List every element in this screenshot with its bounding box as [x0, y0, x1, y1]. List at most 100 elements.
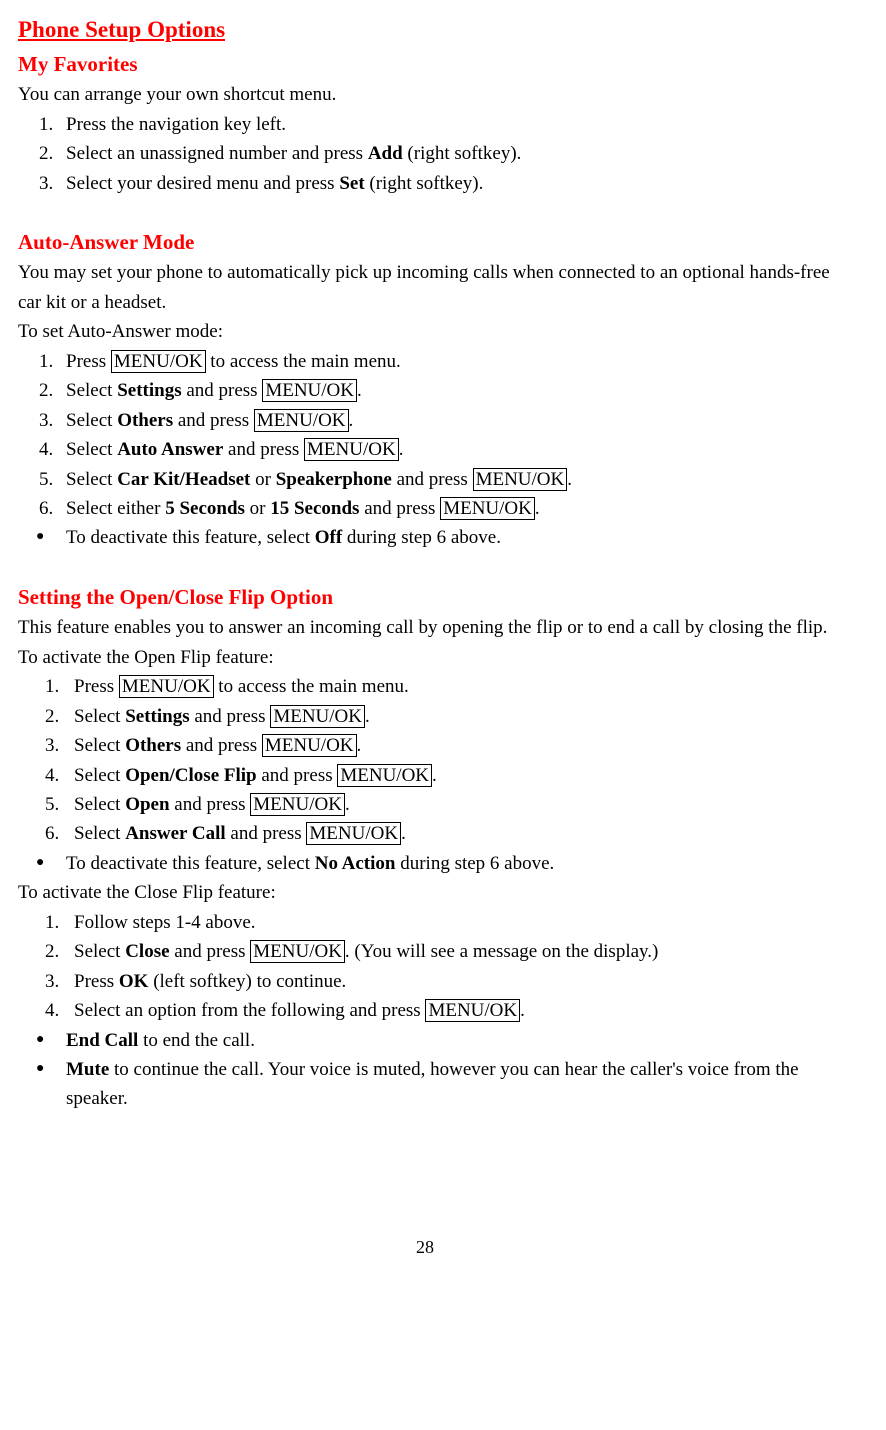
sec3a-step-4: Select Open/Close Flip and press MENU/OK…: [64, 761, 832, 790]
sec3-lead2: To activate the Close Flip feature:: [18, 878, 832, 907]
bold-others: Others: [117, 410, 173, 431]
heading-auto-answer: Auto-Answer Mode: [18, 226, 832, 259]
text: .: [349, 410, 354, 431]
bold-settings: Settings: [125, 706, 189, 727]
sec1-intro: You can arrange your own shortcut menu.: [18, 80, 832, 109]
text: Press: [74, 971, 119, 992]
text: .: [432, 765, 437, 786]
sec3a-step-1: Press MENU/OK to access the main menu.: [64, 672, 832, 701]
bold-5sec: 5 Seconds: [165, 498, 245, 519]
sec2-step-5: Select Car Kit/Headset or Speakerphone a…: [58, 465, 832, 494]
sec3b-step-4: Select an option from the following and …: [64, 996, 832, 1025]
sec3b-bullet-endcall: End Call to end the call.: [36, 1026, 832, 1055]
text: Select: [66, 380, 117, 401]
bold-settings: Settings: [117, 380, 181, 401]
boxed-menuok: MENU/OK: [119, 675, 214, 698]
text: Select: [66, 469, 117, 490]
boxed-menuok: MENU/OK: [270, 705, 365, 728]
text: to end the call.: [138, 1030, 255, 1051]
text: Select an unassigned number and press: [66, 143, 368, 164]
boxed-menuok: MENU/OK: [473, 468, 568, 491]
text: or: [250, 469, 275, 490]
boxed-menuok: MENU/OK: [250, 793, 345, 816]
heading-flip-option: Setting the Open/Close Flip Option: [18, 581, 832, 614]
boxed-menuok: MENU/OK: [337, 764, 432, 787]
boxed-menuok: MENU/OK: [306, 822, 401, 845]
text: Select: [66, 410, 117, 431]
text: .: [357, 380, 362, 401]
sec1-step-3: Select your desired menu and press Set (…: [58, 169, 832, 198]
boxed-menuok: MENU/OK: [262, 379, 357, 402]
sec3a-step-2: Select Settings and press MENU/OK.: [64, 702, 832, 731]
sec3-intro: This feature enables you to answer an in…: [18, 613, 832, 642]
text: .: [520, 1000, 525, 1021]
boxed-menuok: MENU/OK: [111, 350, 206, 373]
text: Select an option from the following and …: [74, 1000, 425, 1021]
text: (right softkey).: [403, 143, 522, 164]
text: (left softkey) to continue.: [148, 971, 346, 992]
text: and press: [392, 469, 473, 490]
page-number: 28: [18, 1234, 832, 1262]
boxed-menuok: MENU/OK: [262, 734, 357, 757]
bold-answercall: Answer Call: [125, 823, 225, 844]
sec3b-step-2: Select Close and press MENU/OK. (You wil…: [64, 937, 832, 966]
sec3a-step-3: Select Others and press MENU/OK.: [64, 731, 832, 760]
doc-title: Phone Setup Options: [18, 12, 832, 48]
text: to continue the call. Your voice is mute…: [66, 1059, 799, 1109]
text: Select: [74, 794, 125, 815]
bold-autoanswer: Auto Answer: [117, 439, 223, 460]
boxed-menuok: MENU/OK: [254, 409, 349, 432]
sec2-step-3: Select Others and press MENU/OK.: [58, 406, 832, 435]
sec3a-step-5: Select Open and press MENU/OK.: [64, 790, 832, 819]
boxed-menuok: MENU/OK: [440, 497, 535, 520]
text: to access the main menu.: [206, 351, 401, 372]
bold-ok: OK: [119, 971, 149, 992]
bold-openclose: Open/Close Flip: [125, 765, 256, 786]
sec3a-bullet-1: To deactivate this feature, select No Ac…: [36, 849, 832, 878]
text: or: [245, 498, 270, 519]
sec3b-bullet-mute: Mute to continue the call. Your voice is…: [36, 1055, 832, 1114]
text: and press: [223, 439, 304, 460]
text: Follow steps 1-4 above.: [74, 912, 256, 933]
bold-close: Close: [125, 941, 169, 962]
text: .: [535, 498, 540, 519]
sec2-lead: To set Auto-Answer mode:: [18, 317, 832, 346]
sec2-intro: You may set your phone to automatically …: [18, 258, 832, 317]
sec3-lead1: To activate the Open Flip feature:: [18, 643, 832, 672]
sec3a-step-6: Select Answer Call and press MENU/OK.: [64, 819, 832, 848]
text: Select: [74, 823, 125, 844]
bold-others: Others: [125, 735, 181, 756]
text: and press: [190, 706, 271, 727]
text: Select: [74, 735, 125, 756]
sec2-step-1: Press MENU/OK to access the main menu.: [58, 347, 832, 376]
text: and press: [173, 410, 254, 431]
bold-mute: Mute: [66, 1059, 109, 1080]
sec2-bullet-1: To deactivate this feature, select Off d…: [36, 523, 832, 552]
text: Select: [74, 706, 125, 727]
text: Press the navigation key left.: [66, 114, 286, 135]
text: To deactivate this feature, select: [66, 853, 315, 874]
sec1-step-1: Press the navigation key left.: [58, 110, 832, 139]
sec2-step-2: Select Settings and press MENU/OK.: [58, 376, 832, 405]
text: Select: [74, 765, 125, 786]
text: Select: [74, 941, 125, 962]
bold-off: Off: [315, 527, 342, 548]
text: and press: [226, 823, 307, 844]
sec3b-step-3: Press OK (left softkey) to continue.: [64, 967, 832, 996]
text: (right softkey).: [365, 173, 484, 194]
bold-noaction: No Action: [315, 853, 396, 874]
text: To deactivate this feature, select: [66, 527, 315, 548]
text: . (You will see a message on the display…: [345, 941, 658, 962]
boxed-menuok: MENU/OK: [425, 999, 520, 1022]
text: and press: [257, 765, 338, 786]
text: .: [399, 439, 404, 460]
text: .: [345, 794, 350, 815]
text: Press: [74, 676, 119, 697]
text: and press: [170, 794, 251, 815]
text: and press: [170, 941, 251, 962]
text: to access the main menu.: [214, 676, 409, 697]
text: .: [401, 823, 406, 844]
text: during step 6 above.: [342, 527, 501, 548]
bold-15sec: 15 Seconds: [270, 498, 359, 519]
text: Select: [66, 439, 117, 460]
